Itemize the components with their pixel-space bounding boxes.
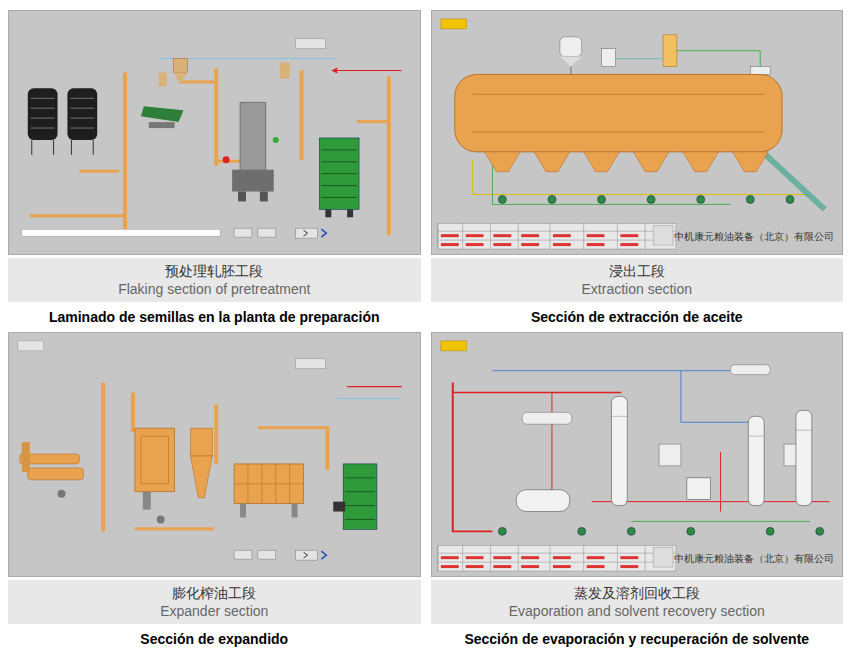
hmi-screenshot xyxy=(8,10,421,255)
tank-icon xyxy=(516,478,710,512)
cyclone-icon xyxy=(159,59,290,87)
company-name: 中机康元粮油装备（北京）有限公司 xyxy=(674,554,834,564)
column-icon xyxy=(795,410,811,505)
section-panel: 中机康元粮油装备（北京）有限公司蒸发及溶剂回收工段Evaporation and… xyxy=(431,332,844,654)
pump-icon xyxy=(627,527,635,535)
nav-buttons[interactable] xyxy=(234,228,326,238)
caption-english: Evaporation and solvent recovery section xyxy=(509,602,765,620)
caption-chinese: 蒸发及溶剂回收工段 xyxy=(574,584,700,602)
status-bar xyxy=(22,229,220,236)
caption-box: 蒸发及溶剂回收工段Evaporation and solvent recover… xyxy=(431,580,844,624)
caption-box: 浸出工段Extraction section xyxy=(431,258,844,302)
section-panel: 预处理轧胚工段Flaking section of pretreatment La… xyxy=(8,10,421,332)
data-table xyxy=(437,223,675,249)
caption-box: 预处理轧胚工段Flaking section of pretreatment xyxy=(8,258,421,302)
caption-spanish: Sección de extracción de aceite xyxy=(531,307,743,328)
extractor-icon xyxy=(454,74,781,171)
caption-spanish-row: Laminado de semillas en la planta de pre… xyxy=(8,302,421,332)
dryer-icon xyxy=(234,464,303,518)
caption-spanish: Sección de evaporación y recuperación de… xyxy=(464,629,809,650)
caption-spanish-row: Sección de expandido xyxy=(8,624,421,654)
conditioner-icon xyxy=(319,138,359,217)
section-badge xyxy=(440,19,466,29)
expander-icon xyxy=(20,442,83,498)
caption-english: Expander section xyxy=(160,602,268,620)
pump-icon xyxy=(498,527,506,535)
silo-icon xyxy=(67,88,97,154)
caption-english: Extraction section xyxy=(582,280,693,298)
pump-icon xyxy=(696,195,704,203)
pump-icon xyxy=(746,195,754,203)
pump-icon xyxy=(766,527,774,535)
company-name: 中机康元粮油装备（北京）有限公司 xyxy=(674,232,834,242)
pipes xyxy=(452,371,829,532)
silo-icon xyxy=(28,88,58,154)
pump-icon xyxy=(597,195,605,203)
pump-icon xyxy=(815,527,823,535)
pump-icon xyxy=(547,195,555,203)
section-badge xyxy=(440,341,466,351)
pump-icon xyxy=(686,527,694,535)
section-panel: 中机康元粮油装备（北京）有限公司浸出工段Extraction section Se… xyxy=(431,10,844,332)
press-icon xyxy=(333,464,377,529)
caption-spanish-row: Sección de extracción de aceite xyxy=(431,302,844,332)
figure: 预处理轧胚工段Flaking section of pretreatment La… xyxy=(0,0,851,657)
caption-box: 膨化榨油工段Expander section xyxy=(8,580,421,624)
flaker-icon xyxy=(223,102,279,201)
pump-icon xyxy=(786,195,794,203)
section-panel: 膨化榨油工段Expander section Sección de expandi… xyxy=(8,332,421,654)
expander-diagram xyxy=(9,333,420,576)
data-table xyxy=(437,545,675,571)
pump-icon xyxy=(577,527,585,535)
caption-chinese: 预处理轧胚工段 xyxy=(165,262,263,280)
cyclone-icon xyxy=(190,428,212,497)
panel-grid: 预处理轧胚工段Flaking section of pretreatment La… xyxy=(8,10,843,654)
pump-icon xyxy=(647,195,655,203)
nav-buttons[interactable] xyxy=(234,550,326,560)
caption-spanish: Laminado de semillas en la planta de pre… xyxy=(49,307,380,328)
conveyors xyxy=(101,383,329,532)
evaporation-diagram xyxy=(432,333,843,576)
column-icon xyxy=(748,416,764,505)
conveyors xyxy=(30,69,391,237)
caption-english: Flaking section of pretreatment xyxy=(118,280,310,298)
hmi-screenshot xyxy=(8,332,421,577)
hmi-screenshot: 中机康元粮油装备（北京）有限公司 xyxy=(431,10,844,255)
caption-spanish-row: Sección de evaporación y recuperación de… xyxy=(431,624,844,654)
hmi-screenshot: 中机康元粮油装备（北京）有限公司 xyxy=(431,332,844,577)
pump-icon xyxy=(498,195,506,203)
column-icon xyxy=(611,396,627,505)
screen-icon xyxy=(141,106,184,128)
tank-icon xyxy=(559,35,769,75)
extraction-diagram xyxy=(432,11,843,254)
caption-chinese: 浸出工段 xyxy=(609,262,665,280)
cooker-icon xyxy=(135,428,175,523)
flaking-diagram xyxy=(9,11,420,254)
caption-spanish: Sección de expandido xyxy=(140,629,288,650)
caption-chinese: 膨化榨油工段 xyxy=(172,584,256,602)
